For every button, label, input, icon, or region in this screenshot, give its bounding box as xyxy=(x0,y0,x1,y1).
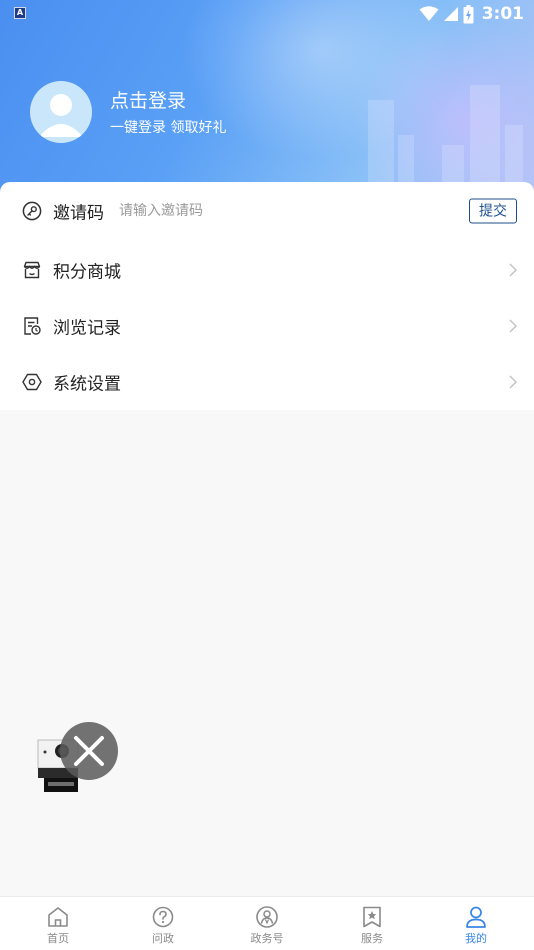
status-time: 3:01 xyxy=(481,4,524,24)
menu-item-points-mall[interactable]: 积分商城 xyxy=(0,242,534,298)
bottom-tab-bar: 首页 问政 政务号 服务 我的 xyxy=(0,896,534,950)
signal-icon xyxy=(443,7,458,21)
wifi-icon xyxy=(419,6,439,21)
tab-label: 政务号 xyxy=(250,932,284,945)
tab-service[interactable]: 服务 xyxy=(319,897,425,950)
gov-account-icon xyxy=(256,906,278,928)
submit-invite-button[interactable]: 提交 xyxy=(469,198,517,224)
chevron-right-icon xyxy=(509,319,518,333)
tab-gov-account[interactable]: 政务号 xyxy=(214,897,320,950)
tab-label: 首页 xyxy=(47,932,69,945)
history-icon xyxy=(24,317,41,335)
tab-wenzheng[interactable]: 问政 xyxy=(110,897,216,950)
tab-label: 服务 xyxy=(361,932,383,945)
home-icon xyxy=(48,907,68,927)
menu-item-label: 浏览记录 xyxy=(53,318,121,339)
notification-icon: A xyxy=(14,7,26,19)
menu-item-browse-history[interactable]: 浏览记录 xyxy=(0,298,534,354)
chevron-right-icon xyxy=(509,375,518,389)
status-bar: A 3:01 xyxy=(0,0,534,28)
battery-icon xyxy=(463,4,474,23)
floating-widget[interactable] xyxy=(36,722,122,798)
chevron-right-icon xyxy=(509,263,518,277)
invite-code-row: 邀请码 提交 xyxy=(0,183,534,239)
question-icon xyxy=(152,906,174,928)
settings-icon xyxy=(22,373,42,391)
menu-item-system-settings[interactable]: 系统设置 xyxy=(0,354,534,410)
floating-close-button[interactable] xyxy=(60,722,118,780)
user-icon xyxy=(466,906,486,928)
service-bookmark-icon xyxy=(363,906,381,928)
login-title[interactable]: 点击登录 xyxy=(110,86,186,113)
menu-item-label: 系统设置 xyxy=(53,374,121,395)
key-icon xyxy=(22,201,42,221)
tab-home[interactable]: 首页 xyxy=(5,897,111,950)
status-icons: 3:01 xyxy=(419,3,524,25)
login-subtitle[interactable]: 一键登录 领取好礼 xyxy=(110,117,226,137)
default-avatar-icon xyxy=(39,94,83,137)
menu-card: 邀请码 提交 积分商城 浏览记录 xyxy=(0,182,534,410)
tab-mine[interactable]: 我的 xyxy=(423,897,529,950)
tab-label: 问政 xyxy=(152,932,174,945)
avatar[interactable] xyxy=(30,81,92,143)
close-icon xyxy=(74,736,104,766)
invite-code-label: 邀请码 xyxy=(53,203,104,224)
invite-code-input[interactable] xyxy=(119,199,449,223)
menu-item-label: 积分商城 xyxy=(53,262,121,283)
store-icon xyxy=(23,261,41,279)
tab-label: 我的 xyxy=(465,932,487,945)
